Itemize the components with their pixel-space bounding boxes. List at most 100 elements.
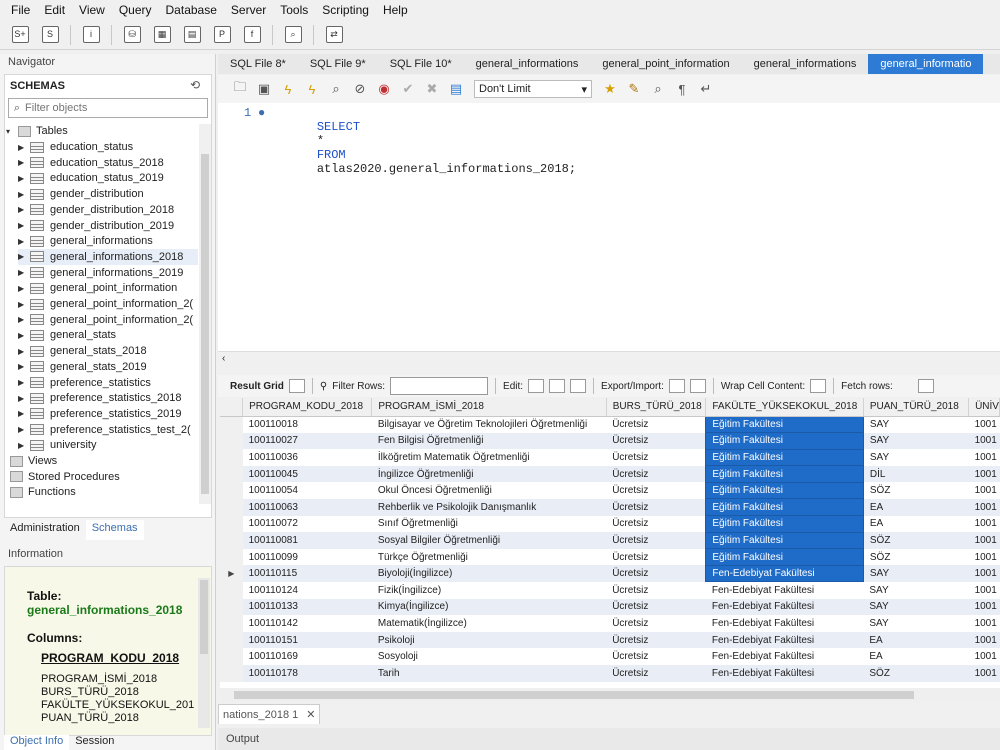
row-gutter[interactable] [220,631,243,649]
information-scrollbar[interactable] [198,578,210,728]
table-node[interactable]: ▶ general_point_information [18,280,198,296]
grid-cell[interactable]: 1001 [969,449,1000,466]
result-tab[interactable]: nations_2018 1 ✕ [218,704,321,724]
column-header[interactable]: PROGRAM_KODU_2018 [242,398,373,417]
filter-objects-input[interactable] [25,102,205,114]
node-views[interactable]: Views [10,453,57,469]
table-row[interactable]: 100110036 İlköğretim Matematik Öğretmenli… [220,448,1000,467]
grid-cell[interactable]: Ücretsiz [606,615,706,632]
execute-icon[interactable]: ϟ [278,79,298,99]
tab-object-info[interactable]: Object Info [4,735,70,750]
delete-row-icon[interactable] [570,379,587,393]
autocommit-icon[interactable]: ▤ [446,79,466,99]
grid-cell[interactable]: 100110072 [243,516,372,533]
explain-icon[interactable]: ⌕ [326,79,346,99]
grid-horizontal-scrollbar[interactable] [220,688,1000,702]
tables-node[interactable]: ▾ Tables [6,123,68,139]
commit-icon[interactable]: ✔ [398,79,418,99]
grid-cell[interactable]: SAY [863,432,969,450]
row-gutter[interactable]: ▶ [220,565,243,582]
table-node[interactable]: ▶ general_point_information_2( [18,296,198,312]
collapsed-arrow-icon[interactable]: ▶ [18,347,30,356]
wrap-lines-icon[interactable]: ↵ [696,79,716,99]
grid-cell[interactable]: Türkçe Öğretmenliği [372,549,606,566]
invisible-chars-icon[interactable]: ¶ [672,79,692,99]
table-node[interactable]: ▶ general_stats [18,327,198,343]
table-node[interactable]: ▶ education_status [18,139,198,155]
collapsed-arrow-icon[interactable]: ▶ [18,409,30,418]
grid-cell[interactable]: Ücretsiz [606,532,706,549]
collapsed-arrow-icon[interactable]: ▶ [18,143,30,152]
collapsed-arrow-icon[interactable]: ▶ [18,331,30,340]
row-gutter[interactable] [220,465,243,483]
grid-cell[interactable]: Sosyoloji [372,648,606,665]
tab-schemas[interactable]: Schemas [85,520,144,540]
grid-cell[interactable]: Fen-Edebiyat Fakültesi [706,648,864,665]
grid-cell[interactable]: 1001 [968,598,1000,616]
grid-cell[interactable]: SÖZ [863,532,969,549]
grid-cell[interactable]: 1001 [968,631,1000,649]
create-view-icon[interactable]: ▤ [180,24,204,46]
sql-editor[interactable]: 1 ● SELECT * FROM atlas2020.general_info… [218,103,1000,351]
grid-cell[interactable]: 1001 [968,465,1000,483]
grid-cell[interactable]: EA [863,498,969,516]
table-row[interactable]: 100110081 Sosyal Bilgiler Öğretmenliği Ücr… [220,531,1000,550]
menu-item-edit[interactable]: Edit [37,3,72,17]
import-icon[interactable] [689,379,706,393]
grid-cell[interactable]: Ücretsiz [606,482,706,499]
grid-cell[interactable]: Fen-Edebiyat Fakültesi [705,598,864,616]
collapsed-arrow-icon[interactable]: ▶ [18,252,30,261]
expanded-arrow-icon[interactable]: ▾ [6,127,18,136]
grid-cell[interactable]: Fen-Edebiyat Fakültesi [706,615,864,632]
row-gutter[interactable] [220,432,243,450]
bookmark-star-icon[interactable]: ★ [600,79,620,99]
table-row[interactable]: 100110124 Fizik(İngilizce) Ücretsiz Fen-Ede… [220,581,1000,599]
collapsed-arrow-icon[interactable]: ▶ [18,268,30,277]
table-node[interactable]: ▶ education_status_2018 [18,155,198,171]
grid-cell[interactable]: SAY [863,615,968,632]
create-table-icon[interactable]: ▦ [150,24,174,46]
grid-cell[interactable]: SAY [863,449,968,466]
grid-cell[interactable]: EA [863,648,968,665]
grid-cell[interactable]: 100110169 [243,648,372,665]
table-node[interactable]: ▶ preference_statistics_2018 [18,390,198,406]
grid-cell[interactable]: Kimya(İngilizce) [371,598,607,616]
table-row[interactable]: ▶ 100110115 Biyoloji(İngilizce) Ücretsiz Fen… [220,564,1000,583]
grid-cell[interactable]: 100110027 [242,432,372,450]
grid-cell[interactable]: Fen-Edebiyat Fakültesi [705,631,864,649]
grid-cell[interactable]: Matematik(İngilizce) [372,615,606,632]
column-header[interactable]: FAKÜLTE_YÜKSEKOKUL_2018 [705,398,864,417]
grid-cell[interactable]: 100110142 [243,615,372,632]
collapsed-arrow-icon[interactable]: ▶ [18,205,30,214]
grid-cell[interactable]: Eğitim Fakültesi [705,465,864,483]
grid-view-icon[interactable] [288,379,305,393]
grid-cell[interactable]: 100110045 [242,465,372,483]
grid-cell[interactable]: 100110081 [242,532,372,549]
collapsed-arrow-icon[interactable]: ▶ [18,425,30,434]
grid-cell[interactable]: 100110178 [242,664,372,682]
menu-item-query[interactable]: Query [112,3,159,17]
table-node[interactable]: ▶ preference_statistics_test_2( [18,422,198,438]
tab-sql-file-9[interactable]: SQL File 9* [298,54,378,74]
row-gutter[interactable] [220,532,243,549]
column-header[interactable]: PUAN_TÜRÜ_2018 [863,398,970,417]
tab-general-informations-2018[interactable]: general_informatio [868,54,984,74]
create-schema-icon[interactable]: ⛁ [120,24,144,46]
table-node[interactable]: ▶ general_informations_2019 [18,265,198,281]
grid-cell[interactable]: Eğitim Fakültesi [705,448,864,467]
node-functions[interactable]: Functions [10,484,76,500]
result-grid-label[interactable]: Result Grid [230,381,284,392]
grid-cell[interactable]: 1001 [969,615,1000,632]
table-node[interactable]: ▶ gender_distribution [18,186,198,202]
table-node[interactable]: ▶ general_stats_2019 [18,359,198,375]
editor-horizontal-scrollbar[interactable]: ‹ [218,351,1000,367]
row-gutter[interactable] [220,648,243,665]
row-gutter[interactable] [220,416,243,433]
wrap-cell-icon[interactable] [810,379,827,393]
tab-general-informations[interactable]: general_informations [464,54,591,74]
stop-icon[interactable]: ⊘ [350,79,370,99]
table-row[interactable]: 100110045 İngilizce Öğretmenliği Ücretsiz E… [220,465,1000,483]
table-row[interactable]: 100110018 Bilgisayar ve Öğretim Teknoloji… [220,415,1000,434]
grid-cell[interactable]: 1001 [969,582,1000,599]
menu-item-file[interactable]: File [4,3,37,17]
